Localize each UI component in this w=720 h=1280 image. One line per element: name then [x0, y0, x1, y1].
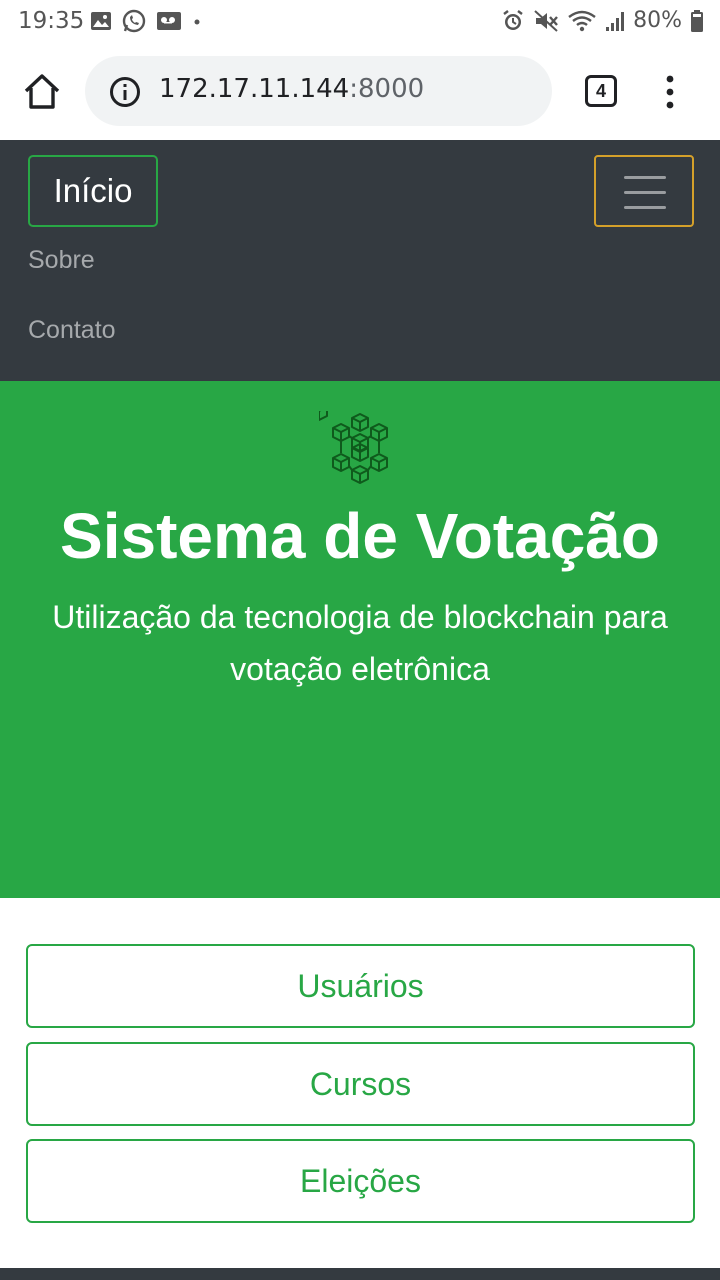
status-time: 19:35: [18, 8, 85, 34]
hamburger-line: [624, 176, 666, 179]
system-icons: 80%: [501, 8, 704, 33]
signal-icon: [606, 11, 625, 31]
hero-title: Sistema de Votação: [60, 500, 660, 572]
cursos-button[interactable]: Cursos: [26, 1042, 695, 1126]
wifi-icon: [568, 10, 596, 31]
alarm-icon: [503, 9, 523, 30]
browser-toolbar: 172.17.11.144:8000 4: [0, 44, 720, 140]
mute-icon: [534, 9, 558, 32]
url-text[interactable]: 172.17.11.144:8000: [159, 74, 424, 104]
nav-home-link[interactable]: Início: [28, 155, 158, 227]
site-navbar: Início Sobre Contato: [0, 140, 720, 381]
more-options-icon[interactable]: [660, 74, 680, 110]
usuarios-button[interactable]: Usuários: [26, 944, 695, 1028]
battery-icon: [691, 9, 703, 32]
hamburger-line: [624, 206, 666, 209]
whatsapp-icon: [122, 9, 146, 33]
nav-link-sobre[interactable]: Sobre: [28, 246, 95, 275]
status-bar: 19:35 80%: [0, 0, 720, 44]
hamburger-line: [624, 191, 666, 194]
eleicoes-button[interactable]: Eleições: [26, 1139, 695, 1223]
voicemail-icon: [157, 12, 181, 30]
info-icon[interactable]: [109, 76, 141, 108]
notification-icons: [90, 9, 202, 33]
url-port: :8000: [349, 74, 425, 104]
battery-percent: 80%: [633, 8, 682, 33]
hero-banner: Sistema de Votação Utilização da tecnolo…: [0, 381, 720, 898]
url-host: 172.17.11.144: [159, 74, 350, 104]
blockchain-icon: [319, 411, 388, 484]
nav-link-contato[interactable]: Contato: [28, 316, 116, 345]
hero-subtitle: Utilização da tecnologia de blockchain p…: [52, 599, 668, 687]
footer: [0, 1268, 720, 1280]
image-icon: [91, 12, 111, 30]
navbar-toggler-button[interactable]: [594, 155, 694, 227]
dot-icon: [194, 19, 200, 25]
tab-switcher-button[interactable]: 4: [585, 75, 617, 107]
home-icon[interactable]: [22, 72, 62, 112]
address-bar[interactable]: 172.17.11.144:8000: [85, 56, 552, 126]
